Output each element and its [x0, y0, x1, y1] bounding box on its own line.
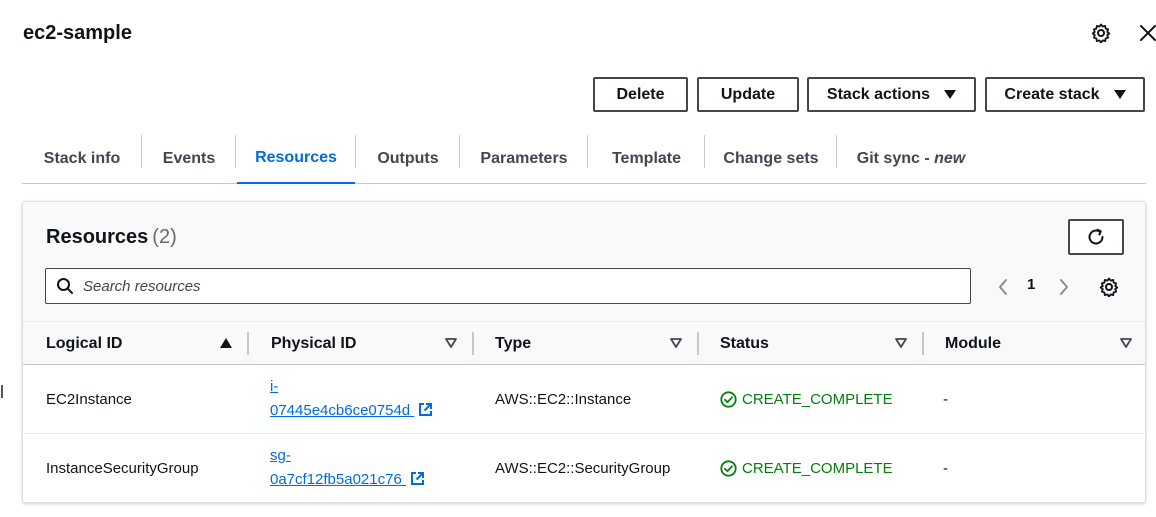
physical-id-cell: i- 07445e4cb6ce0754d	[270, 365, 433, 433]
physical-id-value: 07445e4cb6ce0754d	[270, 402, 411, 419]
close-icon[interactable]	[1137, 22, 1156, 44]
update-label: Update	[720, 85, 776, 103]
physical-id-prefix: sg-	[270, 447, 291, 464]
tab-parameters[interactable]: Parameters	[460, 133, 588, 184]
resources-heading: Resources (2)	[46, 226, 177, 249]
tab-divider	[235, 135, 236, 168]
status-badge: CREATE_COMPLETE	[720, 460, 893, 477]
stack-actions-button[interactable]: Stack actions	[807, 77, 976, 112]
column-header-physical-id[interactable]: Physical ID	[271, 322, 356, 365]
column-header-logical-id[interactable]: Logical ID	[46, 322, 122, 365]
delete-label: Delete	[616, 85, 665, 103]
tab-label: Parameters	[480, 149, 568, 167]
tab-stack-info[interactable]: Stack info	[22, 133, 142, 184]
tab-events[interactable]: Events	[142, 133, 236, 184]
prev-page-button[interactable]	[994, 276, 1012, 298]
module-cell: -	[943, 390, 948, 408]
edge-marker	[1, 385, 3, 398]
physical-id-cell: sg- 0a7cf12fb5a021c76	[270, 434, 425, 502]
table-row: EC2Instance i- 07445e4cb6ce0754d AWS::EC…	[23, 365, 1145, 434]
chevron-right-icon	[1060, 279, 1068, 295]
tab-label: Git sync -	[856, 149, 935, 167]
status-cell: CREATE_COMPLETE	[720, 434, 893, 502]
column-header-status[interactable]: Status	[720, 322, 769, 365]
sort-ascending-icon[interactable]	[218, 335, 234, 351]
physical-id-value: 0a7cf12fb5a021c76	[270, 471, 402, 488]
column-header-module[interactable]: Module	[945, 322, 1001, 365]
status-text: CREATE_COMPLETE	[742, 390, 893, 408]
resources-panel: Resources(2) 1 Logical ID Physical ID Ty…	[22, 201, 1146, 503]
column-resizer[interactable]	[472, 332, 474, 355]
column-resizer[interactable]	[697, 332, 699, 355]
resources-count: (2)	[152, 226, 177, 248]
search-icon	[57, 278, 73, 294]
tab-label: Stack info	[43, 149, 121, 167]
delete-button[interactable]: Delete	[593, 77, 688, 112]
tab-label: Outputs	[377, 149, 439, 167]
sort-icon[interactable]	[443, 335, 459, 351]
check-circle-icon	[720, 390, 737, 408]
update-button[interactable]: Update	[697, 77, 799, 112]
caret-down-icon	[944, 90, 957, 99]
type-cell: AWS::EC2::Instance	[495, 390, 632, 408]
tab-label: Events	[162, 149, 216, 167]
external-link-icon	[419, 403, 433, 416]
column-resizer[interactable]	[922, 332, 924, 355]
logical-id-cell: EC2Instance	[46, 390, 132, 408]
module-cell: -	[943, 459, 948, 477]
tab-label: Resources	[255, 148, 337, 166]
physical-id-link[interactable]: sg- 0a7cf12fb5a021c76	[270, 444, 425, 492]
caret-down-icon	[1113, 90, 1126, 99]
tab-label: Change sets	[723, 149, 819, 167]
tab-template[interactable]: Template	[588, 133, 705, 184]
create-stack-button[interactable]: Create stack	[985, 77, 1145, 112]
refresh-icon	[1088, 228, 1104, 245]
logical-id-cell: InstanceSecurityGroup	[46, 459, 199, 477]
search-input[interactable]	[83, 277, 943, 295]
column-header-type[interactable]: Type	[495, 322, 531, 365]
gear-icon	[1099, 277, 1119, 297]
table-settings-button[interactable]	[1098, 276, 1120, 298]
page-number[interactable]: 1	[1027, 276, 1035, 293]
sort-icon[interactable]	[668, 335, 684, 351]
tab-resources[interactable]: Resources	[237, 133, 355, 184]
page-title: ec2-sample	[23, 22, 132, 44]
tab-change-sets[interactable]: Change sets	[705, 133, 837, 184]
table-header: Logical ID Physical ID Type Status Modul…	[23, 321, 1145, 365]
tab-outputs[interactable]: Outputs	[356, 133, 460, 184]
column-resizer[interactable]	[247, 332, 249, 355]
tab-bar: Stack info Events Resources Outputs Para…	[22, 133, 1146, 184]
create-stack-label: Create stack	[1004, 85, 1100, 103]
type-cell: AWS::EC2::SecurityGroup	[495, 459, 671, 477]
status-text: CREATE_COMPLETE	[742, 459, 893, 477]
next-page-button[interactable]	[1055, 276, 1073, 298]
check-circle-icon	[720, 459, 737, 477]
resources-title: Resources	[46, 226, 149, 248]
search-box[interactable]	[45, 268, 971, 304]
panel-header: Resources(2) 1	[23, 202, 1145, 321]
sort-icon[interactable]	[1118, 335, 1134, 351]
sort-icon[interactable]	[893, 335, 909, 351]
stack-actions-label: Stack actions	[826, 85, 931, 103]
gear-icon[interactable]	[1090, 22, 1112, 44]
tab-label: Template	[611, 149, 682, 167]
chevron-left-icon	[999, 279, 1007, 295]
new-tag: new	[934, 149, 966, 167]
status-badge: CREATE_COMPLETE	[720, 391, 893, 408]
status-cell: CREATE_COMPLETE	[720, 365, 893, 433]
refresh-button[interactable]	[1068, 219, 1124, 255]
external-link-icon	[410, 472, 424, 485]
physical-id-prefix: i-	[270, 378, 279, 395]
tab-git-sync[interactable]: Git sync - new	[837, 133, 985, 184]
physical-id-link[interactable]: i- 07445e4cb6ce0754d	[270, 375, 433, 423]
table-row: InstanceSecurityGroup sg- 0a7cf12fb5a021…	[23, 434, 1145, 502]
